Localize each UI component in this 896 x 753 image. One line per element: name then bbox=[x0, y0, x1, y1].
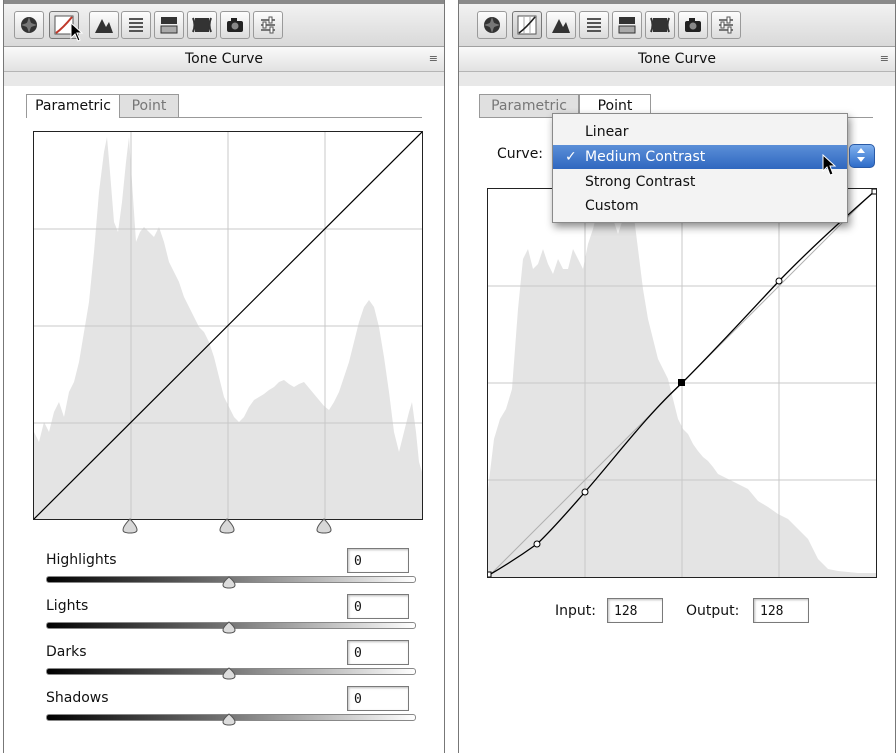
camera-calibration-icon bbox=[227, 18, 243, 32]
region-split-handle-1[interactable] bbox=[121, 518, 139, 534]
lights-value-field[interactable]: 0 bbox=[347, 594, 409, 619]
highlights-label: Highlights bbox=[46, 552, 117, 568]
hsl-icon bbox=[587, 18, 601, 32]
curve-option-linear[interactable]: Linear bbox=[553, 120, 847, 144]
curve-option-custom[interactable]: Custom bbox=[553, 194, 847, 218]
point-curve-graph[interactable] bbox=[487, 188, 877, 578]
tone-curve-tab-button[interactable] bbox=[512, 11, 542, 39]
basic-icon bbox=[484, 17, 500, 33]
panel-menu-icon[interactable]: ≡ bbox=[880, 47, 889, 71]
tab-parametric[interactable]: Parametric bbox=[26, 94, 120, 118]
up-down-arrows-icon bbox=[857, 148, 865, 162]
curve-popup-arrows-button[interactable] bbox=[849, 144, 875, 168]
tab-point[interactable]: Point bbox=[119, 94, 179, 117]
curve-point-1[interactable] bbox=[533, 540, 541, 548]
lens-corrections-icon bbox=[650, 17, 670, 33]
split-toning-icon bbox=[160, 17, 178, 34]
camera-calibration-icon bbox=[685, 18, 701, 32]
curve-point-3-selected[interactable] bbox=[678, 379, 685, 386]
camera-calibration-tab-button[interactable] bbox=[220, 11, 250, 39]
curve-option-strong-contrast[interactable]: Strong Contrast bbox=[553, 170, 847, 194]
shadows-label: Shadows bbox=[46, 690, 109, 706]
detail-tab-button[interactable] bbox=[546, 11, 576, 39]
tone-curve-panel-parametric: Tone Curve ≡ Parametric Point Highlights… bbox=[3, 0, 445, 753]
hsl-tab-button[interactable] bbox=[579, 11, 609, 39]
curve-point-5[interactable] bbox=[871, 189, 876, 195]
camera-calibration-tab-button[interactable] bbox=[678, 11, 708, 39]
panel-toolbar bbox=[4, 0, 444, 47]
split-toning-icon bbox=[618, 17, 636, 34]
darks-slider-thumb[interactable] bbox=[221, 667, 237, 681]
detail-tab-button[interactable] bbox=[89, 11, 119, 39]
presets-tab-button[interactable] bbox=[253, 11, 283, 39]
lens-corrections-tab-button[interactable] bbox=[645, 11, 675, 39]
region-split-handle-3[interactable] bbox=[315, 518, 333, 534]
lights-slider-thumb[interactable] bbox=[221, 621, 237, 635]
basic-icon bbox=[21, 17, 37, 33]
detail-icon bbox=[552, 19, 570, 33]
tone-curve-icon bbox=[517, 15, 537, 35]
detail-icon bbox=[95, 19, 113, 33]
input-label: Input: bbox=[555, 603, 596, 619]
darks-value-field[interactable]: 0 bbox=[347, 640, 409, 665]
region-split-handle-2[interactable] bbox=[218, 518, 236, 534]
panel-title: Tone Curve bbox=[638, 51, 716, 67]
split-toning-tab-button[interactable] bbox=[154, 11, 184, 39]
hsl-icon bbox=[129, 18, 143, 32]
presets-icon bbox=[261, 16, 275, 34]
presets-tab-button[interactable] bbox=[711, 11, 741, 39]
curve-point-0[interactable] bbox=[488, 571, 492, 577]
shadows-slider-thumb[interactable] bbox=[221, 713, 237, 727]
curve-label: Curve: bbox=[497, 146, 544, 162]
darks-label: Darks bbox=[46, 644, 87, 660]
input-value-field[interactable]: 128 bbox=[607, 598, 663, 623]
panel-title: Tone Curve bbox=[185, 51, 263, 67]
output-value-field[interactable]: 128 bbox=[753, 598, 809, 623]
parametric-curve-graph[interactable] bbox=[33, 131, 423, 520]
mouse-cursor-icon bbox=[70, 22, 84, 42]
highlights-value-field[interactable]: 0 bbox=[347, 548, 409, 573]
lens-corrections-icon bbox=[192, 17, 212, 33]
basic-tab-button[interactable] bbox=[477, 11, 507, 39]
panel-title-bar: Tone Curve ≡ bbox=[459, 47, 895, 72]
highlights-slider-thumb[interactable] bbox=[221, 576, 237, 590]
panel-menu-icon[interactable]: ≡ bbox=[429, 47, 438, 71]
panel-toolbar bbox=[459, 0, 895, 47]
curve-option-label: Medium Contrast bbox=[585, 149, 706, 165]
presets-icon bbox=[719, 16, 733, 34]
split-toning-tab-button[interactable] bbox=[612, 11, 642, 39]
shadows-value-field[interactable]: 0 bbox=[347, 686, 409, 711]
curve-option-medium-contrast[interactable]: ✓ Medium Contrast bbox=[553, 145, 847, 169]
lights-label: Lights bbox=[46, 598, 89, 614]
output-label: Output: bbox=[686, 603, 740, 619]
panel-title-bar: Tone Curve ≡ bbox=[4, 47, 444, 72]
lens-corrections-tab-button[interactable] bbox=[187, 11, 217, 39]
curve-point-4[interactable] bbox=[775, 277, 783, 285]
curve-point-2[interactable] bbox=[581, 488, 589, 496]
hsl-tab-button[interactable] bbox=[121, 11, 151, 39]
curve-preset-dropdown-menu[interactable]: Linear ✓ Medium Contrast Strong Contrast… bbox=[552, 113, 848, 223]
basic-tab-button[interactable] bbox=[14, 11, 44, 39]
checkmark-icon: ✓ bbox=[565, 149, 577, 165]
mouse-cursor-icon bbox=[822, 154, 837, 176]
